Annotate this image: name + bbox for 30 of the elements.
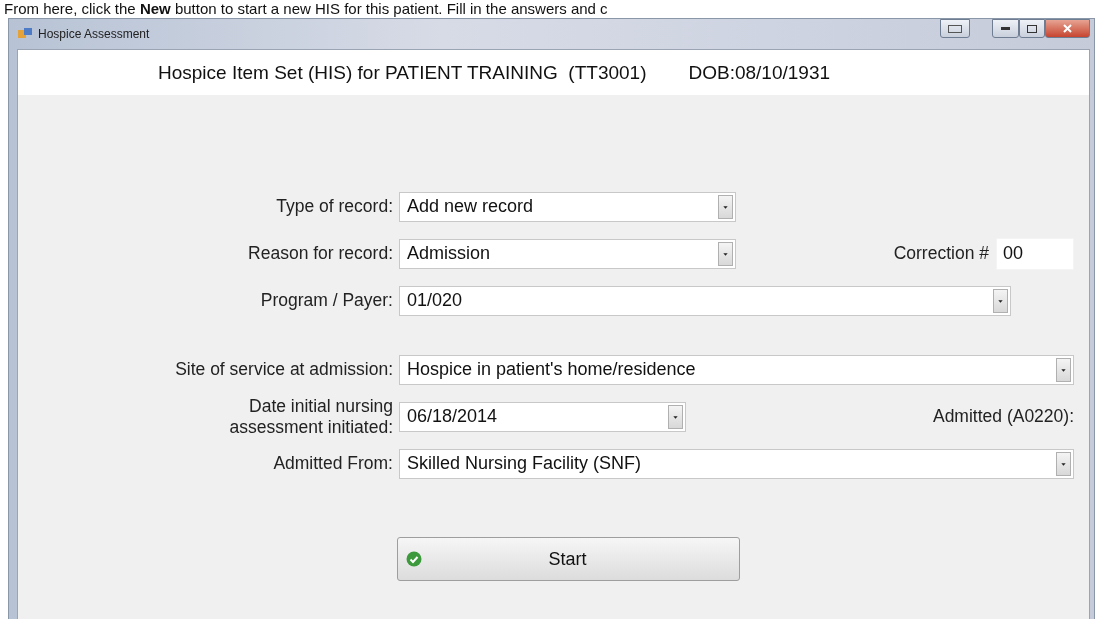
check-icon bbox=[406, 551, 422, 567]
close-icon bbox=[1063, 24, 1072, 33]
dropdown-field[interactable]: 01/020 bbox=[399, 285, 1011, 316]
keyboard-button[interactable] bbox=[940, 19, 970, 38]
minimize-button[interactable] bbox=[992, 19, 1019, 38]
app-icon bbox=[17, 27, 33, 41]
dropdown-field[interactable]: Add new record bbox=[399, 191, 736, 222]
field-label: Admitted From: bbox=[272, 453, 393, 474]
maximize-icon bbox=[1027, 24, 1037, 33]
start-button[interactable]: Start bbox=[397, 537, 740, 581]
dropdown-field[interactable]: 06/18/2014 bbox=[399, 401, 686, 432]
maximize-button[interactable] bbox=[1019, 19, 1045, 38]
close-button[interactable] bbox=[1045, 19, 1090, 38]
dropdown-field[interactable]: Hospice in patient's home/residence bbox=[399, 354, 1074, 385]
field-label: Date initial nursing assessment initiated: bbox=[228, 396, 393, 437]
field-label: Correction # bbox=[893, 243, 989, 264]
form-title: Hospice Item Set (HIS) for PATIENT TRAINING (TT3001) bbox=[158, 61, 647, 84]
dropdown-field[interactable]: Skilled Nursing Facility (SNF) bbox=[399, 448, 1074, 479]
field-label: Admitted (A0220): bbox=[932, 406, 1074, 427]
minimize-icon bbox=[1001, 27, 1010, 30]
dropdown-field[interactable]: Admission bbox=[399, 238, 736, 269]
date-of-birth: DOB:08/10/1931 bbox=[688, 61, 831, 84]
field-label: Reason for record: bbox=[247, 243, 393, 264]
window-title: Hospice Assessment bbox=[38, 27, 150, 41]
correction-field[interactable]: 00 bbox=[996, 237, 1074, 270]
field-label: Program / Payer: bbox=[259, 290, 393, 311]
keyboard-icon bbox=[948, 24, 962, 33]
field-label: Type of record: bbox=[275, 196, 393, 217]
field-label: Site of service at admission: bbox=[174, 359, 393, 380]
instruction-text: From here, click the New button to start a new HIS for this patient. Fill in the answers and c bbox=[4, 0, 608, 18]
